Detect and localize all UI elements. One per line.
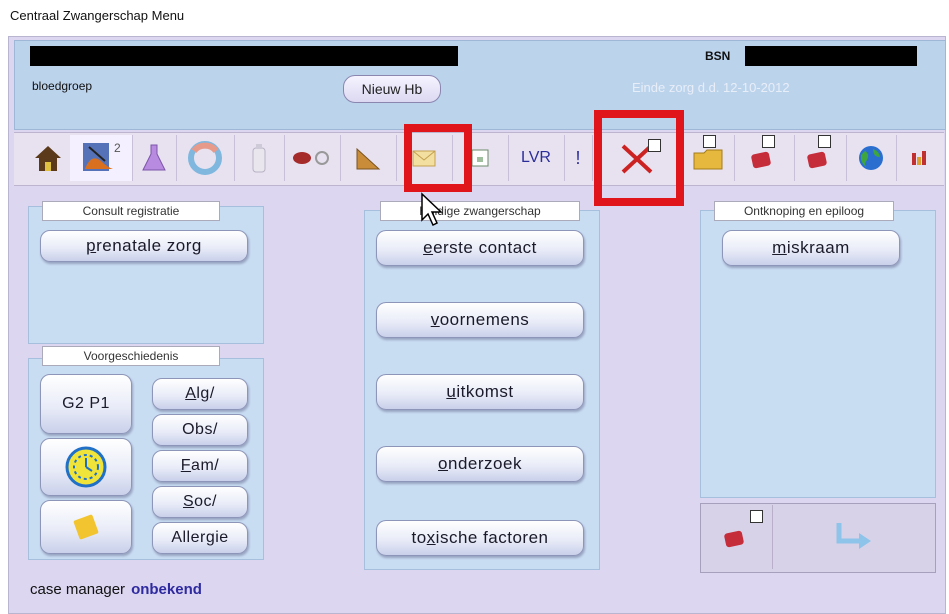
- miscarriage-button[interactable]: miskraam: [722, 230, 900, 266]
- fam-label: am/: [191, 457, 220, 474]
- lvr-button[interactable]: LVR: [508, 135, 565, 181]
- checkbox-square: [703, 135, 716, 148]
- obstetric-history-button[interactable]: Obs/: [152, 414, 248, 446]
- exclamation-icon[interactable]: !: [564, 135, 593, 181]
- soc-label: oc/: [194, 493, 217, 510]
- flask-icon[interactable]: [132, 135, 177, 181]
- clock-button[interactable]: [40, 438, 132, 496]
- toxic-mnemonic: x: [426, 528, 436, 547]
- prenatal-label: renatale zorg: [96, 236, 202, 255]
- gravida-para-button[interactable]: G2 P1: [40, 374, 132, 434]
- toxic-factors-button[interactable]: toxische factoren: [376, 520, 584, 556]
- alg-mnemonic: A: [185, 385, 197, 402]
- research-label: nderzoek: [448, 454, 522, 473]
- consult-panel: [28, 206, 264, 344]
- plans-mnemonic: v: [430, 310, 440, 329]
- arrow-right-icon: [836, 523, 871, 549]
- first-mnemonic: e: [423, 238, 434, 257]
- toxic-prefix: to: [411, 528, 427, 547]
- fam-mnemonic: F: [180, 457, 192, 474]
- first-contact-button[interactable]: eerste contact: [376, 230, 584, 266]
- end-care-date: Einde zorg d.d. 12-10-2012: [632, 80, 790, 95]
- checkbox-square: [818, 135, 831, 148]
- case-manager-value: onbekend: [131, 581, 202, 598]
- bloodgroup-label: bloedgroep: [32, 79, 93, 93]
- cycle-icon[interactable]: [176, 135, 235, 181]
- book-icon: [724, 530, 744, 548]
- history-title: Voorgeschiedenis: [42, 346, 220, 366]
- outcome-mnemonic: u: [446, 382, 457, 401]
- window-title: Centraal Zwangerschap Menu: [10, 8, 185, 23]
- bsn-value-redacted: [745, 46, 917, 66]
- clock-icon: [65, 446, 107, 488]
- prenatal-mnemonic: p: [86, 236, 97, 255]
- closure-title: Ontknoping en epiloog: [714, 201, 894, 221]
- toxic-label: ische factoren: [435, 528, 549, 547]
- miscarriage-label: iskraam: [786, 238, 850, 257]
- outcome-label: itkomst: [456, 382, 514, 401]
- current-pregnancy-title: Huidige zwangerschap: [380, 201, 580, 221]
- chart-icon[interactable]: [896, 135, 942, 181]
- miscarriage-mnemonic: m: [772, 238, 787, 257]
- social-history-button[interactable]: Soc/: [152, 486, 248, 518]
- pregnancy-overview-icon[interactable]: 2: [70, 135, 133, 181]
- examination-button[interactable]: onderzoek: [376, 446, 584, 482]
- outcome-button[interactable]: uitkomst: [376, 374, 584, 410]
- pregnancy-count: 2: [114, 141, 121, 155]
- general-history-button[interactable]: Alg/: [152, 378, 248, 410]
- allergy-button[interactable]: Allergie: [152, 522, 248, 554]
- research-mnemonic: o: [438, 454, 449, 473]
- notes-button[interactable]: [40, 500, 132, 554]
- checkbox-square: [762, 135, 775, 148]
- bottle-icon[interactable]: [234, 135, 285, 181]
- highlight-envelope: [404, 124, 472, 192]
- plans-button[interactable]: voornemens: [376, 302, 584, 338]
- first-label: erste contact: [433, 238, 537, 257]
- toolbar: 2 LVR !: [14, 132, 944, 186]
- family-history-button[interactable]: Fam/: [152, 450, 248, 482]
- alg-label: lg/: [196, 385, 215, 402]
- soc-mnemonic: S: [182, 493, 195, 510]
- case-manager-label: case manager: [30, 581, 126, 598]
- prenatal-care-button[interactable]: prenatale zorg: [40, 230, 248, 262]
- tools-icon[interactable]: [284, 135, 341, 181]
- patient-name-redacted: [30, 46, 458, 66]
- checkbox-square: [750, 510, 763, 523]
- globe-icon[interactable]: [846, 135, 897, 181]
- consult-title: Consult registratie: [42, 201, 220, 221]
- new-hb-button[interactable]: Nieuw Hb: [343, 75, 441, 103]
- home-icon[interactable]: [26, 135, 71, 181]
- plans-label: oornemens: [439, 310, 530, 329]
- next-arrow-button[interactable]: [774, 505, 932, 569]
- notes-icon: [73, 514, 99, 540]
- ruler-icon[interactable]: [340, 135, 397, 181]
- highlight-close: [594, 110, 684, 206]
- mouse-cursor-icon: [421, 192, 443, 227]
- bsn-label: BSN: [705, 49, 731, 63]
- case-manager: case manager onbekend: [30, 581, 202, 598]
